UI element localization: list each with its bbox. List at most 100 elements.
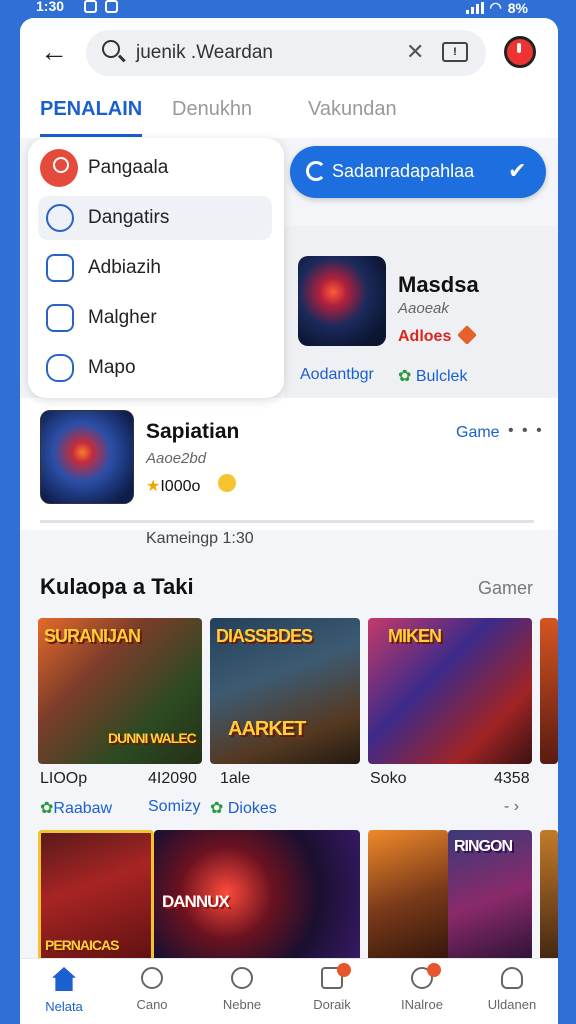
more-chevron-icon[interactable]: - › (504, 798, 519, 816)
game-title: DIASSBDES (216, 626, 313, 646)
user-icon (40, 149, 78, 187)
primary-action-button[interactable]: Sadanradapahlaa ✔ (290, 146, 546, 198)
back-arrow-icon[interactable]: ← (40, 36, 68, 68)
featured-thumbnail[interactable] (298, 256, 386, 346)
search-header: ← juenik .Weardan ✕ ! (20, 18, 558, 94)
notification-badge (337, 963, 351, 977)
gear-icon: ✿ (40, 800, 54, 817)
listing-game-link[interactable]: Game (456, 424, 500, 442)
section-link[interactable]: Gamer (478, 578, 533, 599)
app-frame: ← juenik .Weardan ✕ ! PENALAIN Denukhn V… (20, 18, 558, 1024)
game-title: SURANIJAN (44, 626, 141, 646)
listing-thumbnail[interactable] (40, 410, 134, 504)
user-icon (501, 967, 523, 989)
game-link[interactable]: ✿ Diokes (210, 798, 277, 818)
refresh-icon (306, 161, 326, 181)
featured-title: Masdsa (398, 272, 479, 297)
listing-title: Sapiatian (146, 420, 240, 443)
game-thumbnail[interactable]: DIASSBDES AARKET (210, 618, 360, 764)
menu-item-dangatirs[interactable]: Dangatirs (38, 196, 272, 240)
game-thumbnail[interactable]: MIKEN (368, 618, 532, 764)
search-icon (411, 963, 441, 989)
home-icon (52, 967, 76, 991)
nav-label: Nelata (45, 999, 83, 1014)
clear-icon[interactable]: ✕ (406, 39, 424, 65)
search-icon (231, 967, 253, 989)
nav-item-doraik[interactable]: Doraik (292, 963, 372, 1012)
wifi-icon: ◠ (489, 0, 502, 15)
signal-icon (465, 1, 484, 14)
menu-item-label: Malgher (88, 307, 157, 328)
search-bar[interactable]: juenik .Weardan ✕ ! (86, 30, 486, 76)
game-meta-left: LIOOp (40, 770, 88, 787)
menu-item-label: Dangatirs (88, 207, 170, 228)
nav-item-inalroe[interactable]: INalroe (382, 963, 462, 1012)
game-link[interactable]: Somizy (148, 798, 200, 816)
nav-label: Cano (136, 997, 168, 1012)
listing-rating: ★I000o (146, 478, 201, 495)
game-subtitle: AARKET (228, 718, 306, 740)
game-meta-right: 4358 (494, 770, 530, 787)
game-thumbnail[interactable]: DANNUX (154, 830, 360, 970)
game-thumbnail[interactable] (368, 830, 448, 970)
search-input[interactable]: juenik .Weardan (136, 42, 273, 64)
search-icon (141, 967, 163, 989)
box-icon (46, 354, 74, 382)
game-thumbnail[interactable] (540, 830, 558, 970)
menu-item-label: Mapo (88, 357, 136, 378)
grid-icon (321, 963, 351, 989)
game-thumbnail[interactable]: SURANIJAN DUNNI WALEC (38, 618, 202, 764)
star-icon: ★ (146, 478, 161, 495)
puzzle-icon (46, 204, 74, 232)
section-title: Kulaopa a Taki (40, 574, 194, 599)
nav-label: Doraik (313, 997, 351, 1012)
game-subtitle: DUNNI WALEC (108, 730, 197, 746)
menu-item-malgher[interactable]: Malgher (38, 296, 272, 340)
tab-penalain[interactable]: PENALAIN (40, 98, 142, 121)
tab-bar: PENALAIN Denukhn Vakundan (20, 94, 558, 138)
document-icon (46, 304, 74, 332)
more-options-icon[interactable]: • • • (508, 422, 544, 440)
featured-card[interactable]: Masdsa Aaoeak Adloes Aodantbgr ✿ Bulclek (284, 226, 558, 398)
divider (40, 520, 534, 523)
featured-link-right[interactable]: ✿ Bulclek (398, 366, 467, 386)
nav-label: Nebne (222, 997, 262, 1012)
featured-link-left[interactable]: Aodantbgr (300, 366, 374, 384)
gear-icon: ✿ (210, 800, 228, 817)
menu-item-label: Pangaala (88, 157, 169, 178)
check-icon: ✔ (508, 158, 527, 183)
profile-avatar[interactable] (504, 36, 536, 68)
notification-icon (84, 0, 97, 13)
status-time: 1:30 (36, 0, 65, 14)
menu-item-label: Adbiazih (88, 257, 161, 278)
game-thumbnail[interactable] (540, 618, 558, 764)
bottom-nav: Nelata Cano Nebne Doraik INalroe Uldanen (20, 958, 558, 1024)
game-thumbnail[interactable]: RINGON (448, 830, 532, 970)
nav-item-nelata[interactable]: Nelata (24, 967, 104, 1014)
gear-icon: ✿ (398, 368, 416, 385)
list-icon (46, 254, 74, 282)
menu-item-pangaala[interactable]: Pangaala (38, 146, 272, 190)
game-thumbnail[interactable]: PERNAICAS (38, 830, 154, 970)
tab-vakundan[interactable]: Vakundan (308, 98, 397, 121)
nav-item-cano[interactable]: Cano (112, 967, 192, 1012)
primary-action-label: Sadanradapahlaa (332, 161, 475, 181)
game-title: DANNUX (162, 892, 230, 911)
status-right: ◠ 8% (465, 0, 528, 16)
menu-item-mapo[interactable]: Mapo (38, 346, 272, 390)
price-tag-icon (457, 325, 477, 345)
listing-card[interactable]: Sapiatian Aaoe2bd ★I000o Game • • • (20, 398, 558, 530)
game-link[interactable]: ✿Raabaw (40, 798, 112, 818)
caption-text: Kameingp 1:30 (146, 530, 254, 547)
notification-icon (105, 0, 118, 13)
game-title: PERNAICAS (45, 937, 119, 953)
game-meta-left: 1ale (220, 770, 251, 787)
keyboard-icon[interactable]: ! (442, 42, 468, 62)
nav-item-nebne[interactable]: Nebne (202, 967, 282, 1012)
menu-item-adbiazih[interactable]: Adbiazih (38, 246, 272, 290)
featured-subtitle: Aaoeak (398, 300, 449, 317)
nav-item-uldanen[interactable]: Uldanen (472, 967, 552, 1012)
game-title: RINGON (454, 838, 513, 855)
dropdown-menu: Pangaala Dangatirs Adbiazih Malgher Mapo (28, 138, 284, 398)
tab-denukhn[interactable]: Denukhn (172, 98, 252, 121)
